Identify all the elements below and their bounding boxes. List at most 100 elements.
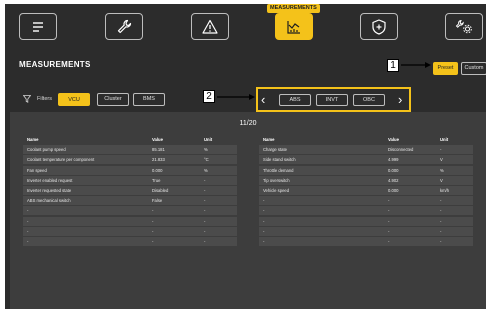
warnings-button[interactable]: [191, 13, 229, 40]
cell-name: Tip overswitch: [263, 177, 290, 183]
menu-icon: [33, 21, 43, 32]
security-button[interactable]: [360, 13, 398, 40]
header-name: Name: [27, 137, 39, 142]
cell-name: Coolant temperature per component: [27, 157, 95, 163]
cell-value: -: [152, 238, 154, 244]
table-row: Charge state Disconnected -: [259, 145, 473, 155]
cell-name: Coolant pump speed: [27, 147, 66, 153]
cell-value: -: [388, 228, 390, 234]
table-row: ---: [23, 226, 237, 236]
diagnostics-button[interactable]: [105, 13, 143, 40]
measurements-chart-icon: [287, 20, 300, 34]
active-tab-tag: MEASUREMENTS: [267, 4, 320, 13]
table-row: ---: [23, 206, 237, 216]
cell-value: 0.000: [388, 187, 399, 193]
cell-name: Throttle demand: [263, 167, 294, 173]
cell-name: Inverter enabled request: [27, 177, 73, 183]
table-row: Side stand switch 4.999 V: [259, 155, 473, 165]
cell-unit: -: [204, 238, 206, 244]
cell-unit: -: [204, 198, 206, 204]
measurements-app: MEASUREMENTS MEASUREMENTS 1 Preset Custo…: [5, 4, 486, 309]
cell-unit: V: [440, 157, 443, 163]
cell-value: 85.181: [152, 147, 165, 153]
table-row: Coolant temperature per component 21.833 °…: [23, 155, 237, 165]
cell-value: False: [152, 198, 163, 204]
table-header: Name Value Unit: [23, 135, 237, 144]
cell-value: -: [152, 208, 154, 214]
cell-unit: -: [204, 208, 206, 214]
cell-name: -: [27, 208, 29, 214]
cell-unit: -: [440, 228, 442, 234]
table-row: ---: [259, 236, 473, 246]
table-row: Inverter requested state Disabled -: [23, 185, 237, 195]
measurements-panel: 11/20 Name Value Unit Coolant pump speed 85.…: [10, 112, 486, 309]
filter-icon: [23, 95, 31, 103]
top-nav-bar: MEASUREMENTS: [5, 4, 486, 48]
header-unit: Unit: [204, 137, 213, 142]
cell-unit: -: [440, 218, 442, 224]
table-header: Name Value Unit: [259, 135, 473, 144]
page-title: MEASUREMENTS: [19, 60, 91, 69]
cell-value: -: [388, 218, 390, 224]
cell-unit: -: [204, 228, 206, 234]
cell-value: -: [388, 198, 390, 204]
cell-name: -: [27, 228, 29, 234]
pager-prev-button[interactable]: ‹: [261, 92, 265, 107]
cell-value: -: [388, 238, 390, 244]
cell-name: Charge state: [263, 147, 287, 153]
table-row: Coolant pump speed 85.181%: [23, 145, 237, 155]
cell-unit: °C: [204, 157, 209, 163]
callout-1: 1: [387, 59, 399, 72]
header-value: Value: [388, 137, 399, 142]
pager-next-button[interactable]: ›: [398, 92, 402, 107]
table-row: ---: [259, 196, 473, 206]
cell-unit: km/h: [440, 187, 450, 193]
filter-vcu[interactable]: VCU: [58, 93, 90, 106]
shield-icon: [372, 18, 386, 35]
cell-name: -: [263, 228, 265, 234]
cell-unit: %: [440, 167, 444, 173]
settings-button[interactable]: [445, 13, 483, 40]
custom-button[interactable]: Custom: [461, 62, 486, 75]
filter-bms[interactable]: BMS: [133, 93, 165, 106]
cell-name: -: [263, 208, 265, 214]
group-abs[interactable]: ABS: [279, 94, 311, 106]
cell-name: -: [27, 238, 29, 244]
cell-name: -: [263, 218, 265, 224]
cell-unit: -: [440, 208, 442, 214]
cell-name: Inverter requested state: [27, 187, 72, 193]
menu-button[interactable]: [19, 13, 57, 40]
cell-unit: -: [204, 218, 206, 224]
cell-unit: -: [440, 238, 442, 244]
table-row: ---: [23, 236, 237, 246]
table-row: Tip overswitch 4.902 V: [259, 175, 473, 185]
cell-value: Disabled: [152, 187, 169, 193]
left-measurement-table: Name Value Unit Coolant pump speed 85.181% Co…: [23, 135, 237, 247]
header-unit: Unit: [440, 137, 449, 142]
table-row: Throttle demand 0.000%: [259, 165, 473, 175]
cell-value: Disconnected: [388, 147, 414, 153]
cell-unit: -: [440, 198, 442, 204]
cell-name: Fan speed: [27, 167, 47, 173]
cell-value: 4.902: [388, 177, 399, 183]
cell-value: -: [152, 228, 154, 234]
cell-name: Side stand switch: [263, 157, 296, 163]
measurements-button[interactable]: [275, 13, 313, 40]
table-row: Fan speed 0.000%: [23, 165, 237, 175]
filter-cluster[interactable]: Cluster: [97, 93, 129, 106]
table-row: ABS mechanical switch False -: [23, 196, 237, 206]
cell-value: True: [152, 177, 161, 183]
cell-value: -: [152, 218, 154, 224]
cell-name: -: [27, 218, 29, 224]
group-obc[interactable]: OBC: [353, 94, 385, 106]
wrench-icon: [117, 19, 132, 33]
page-indicator: 11/20: [239, 120, 257, 127]
cell-name: -: [263, 198, 265, 204]
callout-2: 2: [203, 90, 215, 103]
table-row: Vehicle speed 0.000 km/h: [259, 185, 473, 195]
cell-name: Vehicle speed: [263, 187, 290, 193]
group-invt[interactable]: INVT: [316, 94, 348, 106]
cell-unit: V: [440, 177, 443, 183]
callout-1-arrow: [401, 62, 431, 68]
preset-button[interactable]: Preset: [433, 62, 458, 75]
